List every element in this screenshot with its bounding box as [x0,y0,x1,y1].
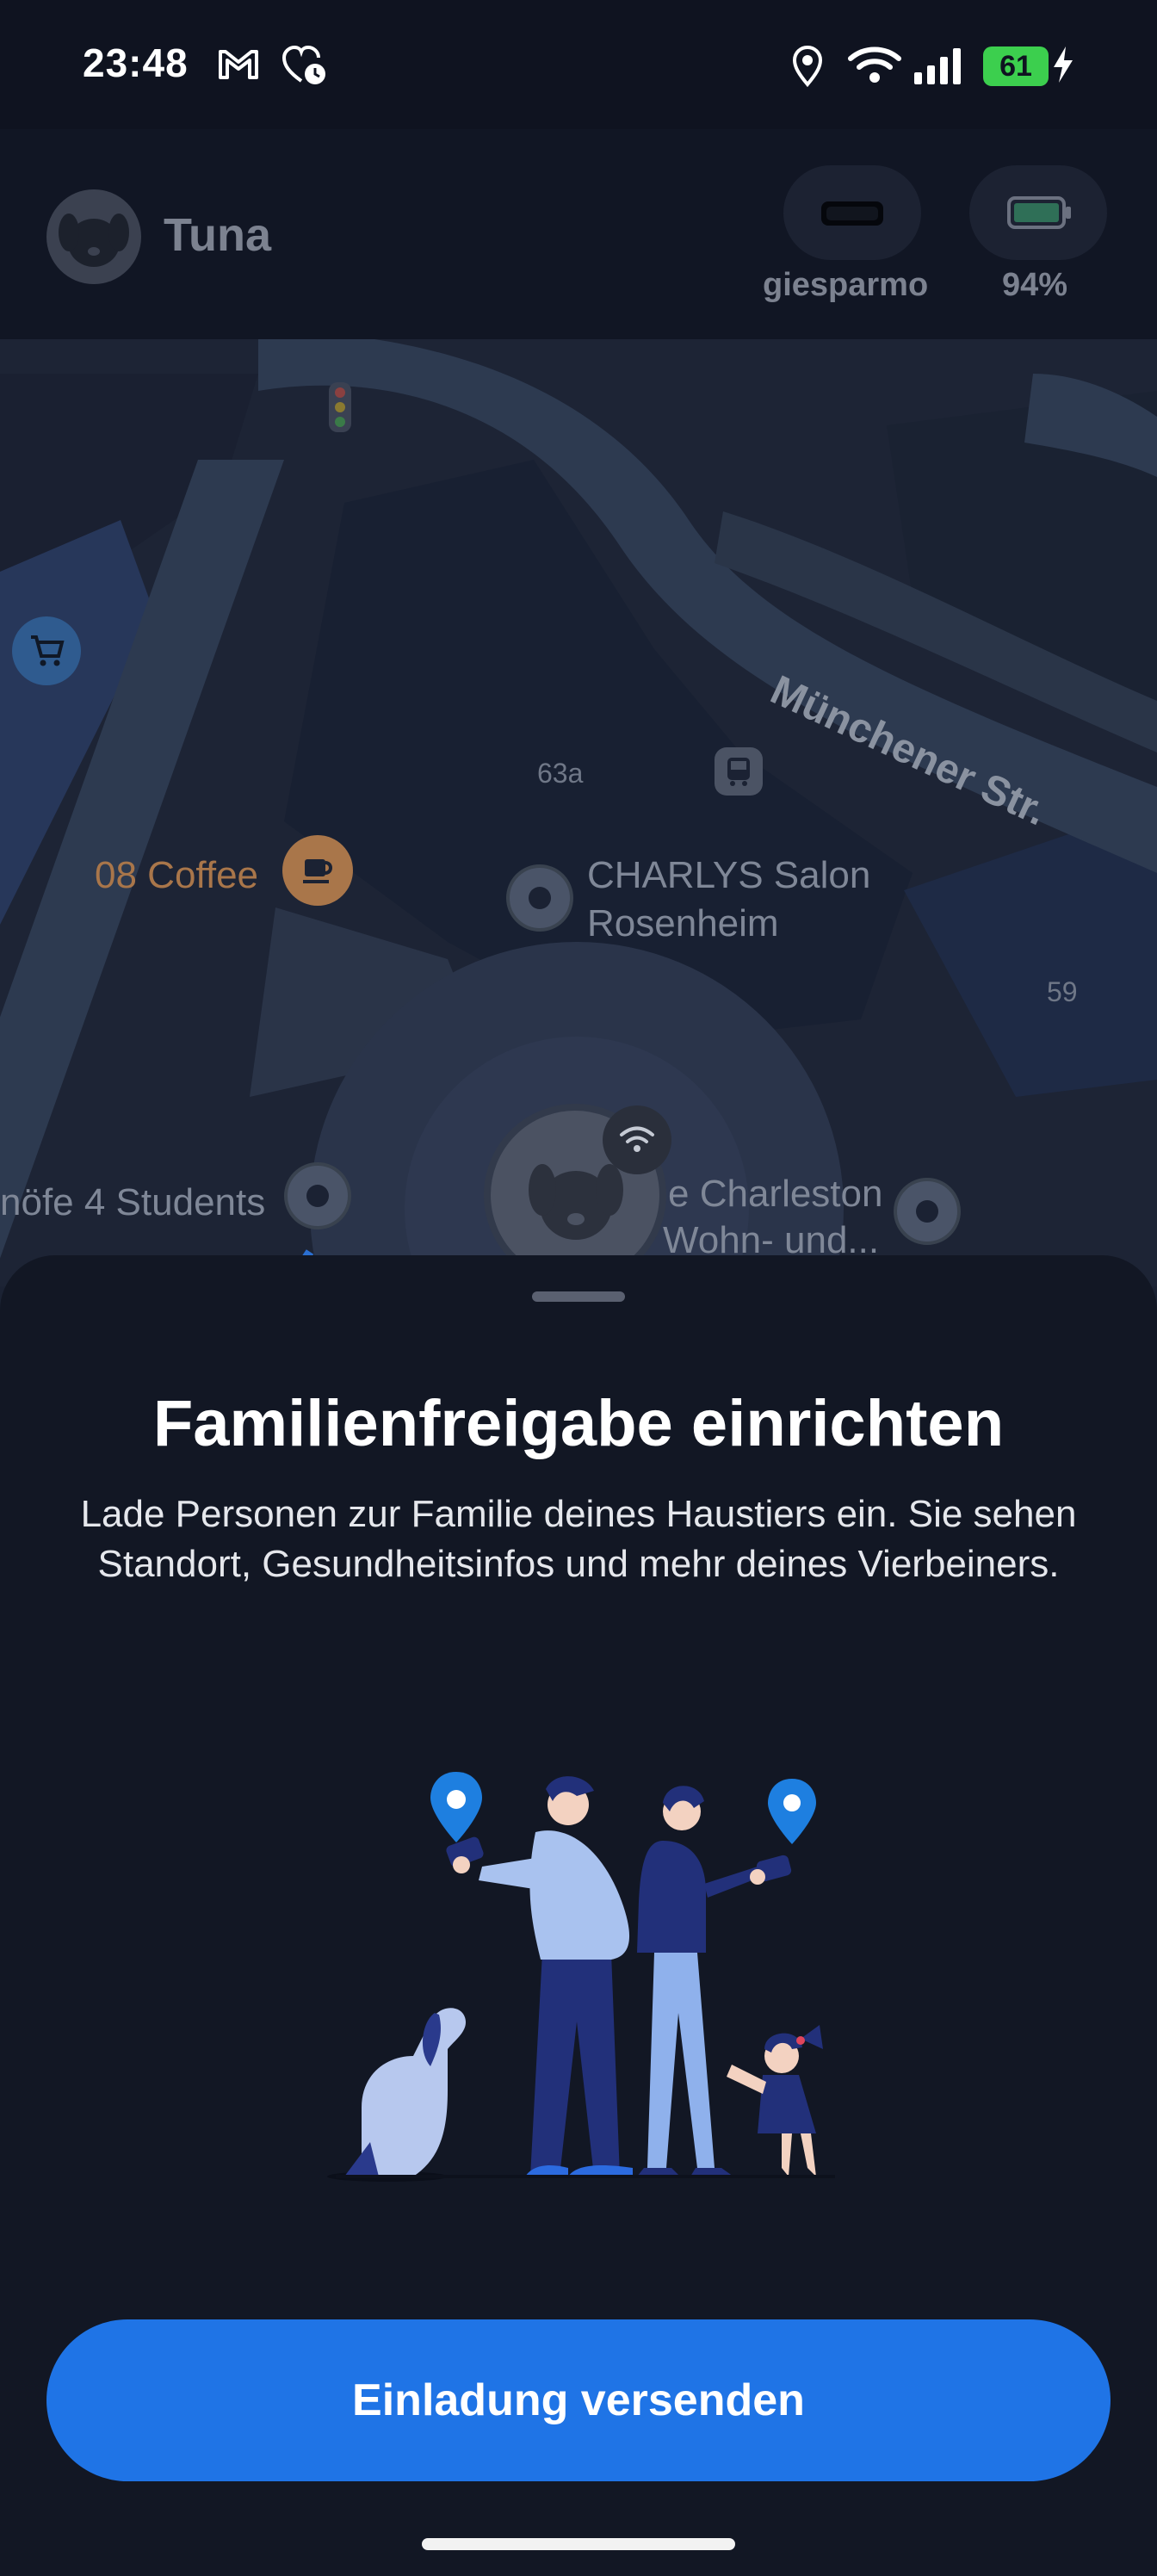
pet-avatar[interactable] [46,189,141,284]
sheet-title: Familienfreigabe einrichten [152,1387,1005,1460]
wifi-signal-icon [620,1126,654,1152]
students-pin[interactable] [284,1162,351,1229]
app-screen: 23:48 61 Tuna giesparmo 94% Münchener St… [0,0,1157,2576]
status-bar: 23:48 61 [0,0,1157,129]
coffee-pin[interactable] [282,835,353,906]
health-icon [282,45,325,84]
device-battery-icon [1007,196,1071,229]
shopping-cart-icon [31,635,65,666]
family-illustration [327,1772,835,2182]
location-pin-icon [768,1779,816,1844]
house-number-label: 59 [1047,976,1078,1007]
coffee-cup-icon [303,859,332,883]
mode-label: giesparmo [763,267,929,303]
map-view[interactable]: Münchener Str. 63a 59 08 Coffee CHARLYS … [0,339,1157,1286]
tracker-device-icon [821,201,883,226]
dog-avatar-icon [59,214,129,267]
battery-percentage: 94% [1002,267,1068,303]
location-pin-icon [430,1772,482,1842]
pet-header: Tuna giesparmo 94% [0,129,1157,339]
sheet-grabber[interactable] [532,1291,625,1302]
home-indicator[interactable] [422,2538,735,2550]
status-time: 23:48 [83,40,189,85]
sheet-description: Lade Personen zur Familie deines Haustie… [80,1493,1077,1585]
wifi-icon [848,46,901,83]
bus-icon [727,758,750,786]
salon-pin[interactable] [506,864,573,932]
traffic-light-icon [329,382,351,432]
charging-icon [1054,46,1073,83]
mode-chip[interactable] [783,165,921,260]
poi-label-salon-line2: Rosenheim [587,902,779,944]
gmail-icon [219,50,258,79]
poi-label-charleston: e Charleston [668,1173,883,1215]
send-invitation-button[interactable]: Einladung versenden [46,2319,1111,2481]
poi-label-students: nöfe 4 Students [0,1181,266,1223]
signal-icon [914,48,961,84]
battery-chip[interactable] [969,165,1107,260]
shopping-cart-pin[interactable] [12,616,81,685]
location-icon [792,45,823,88]
poi-label-coffee: 08 Coffee [95,854,259,896]
charleston-pin[interactable] [894,1178,961,1245]
connection-badge [603,1105,671,1174]
pet-name: Tuna [164,209,271,261]
battery-icon: 61 [983,46,1049,86]
house-number-label: 63a [537,758,584,789]
poi-label-salon: CHARLYS Salon [587,854,871,896]
bus-stop-pin[interactable] [715,747,763,796]
family-sharing-sheet: Familienfreigabe einrichten Lade Persone… [0,1255,1157,2576]
